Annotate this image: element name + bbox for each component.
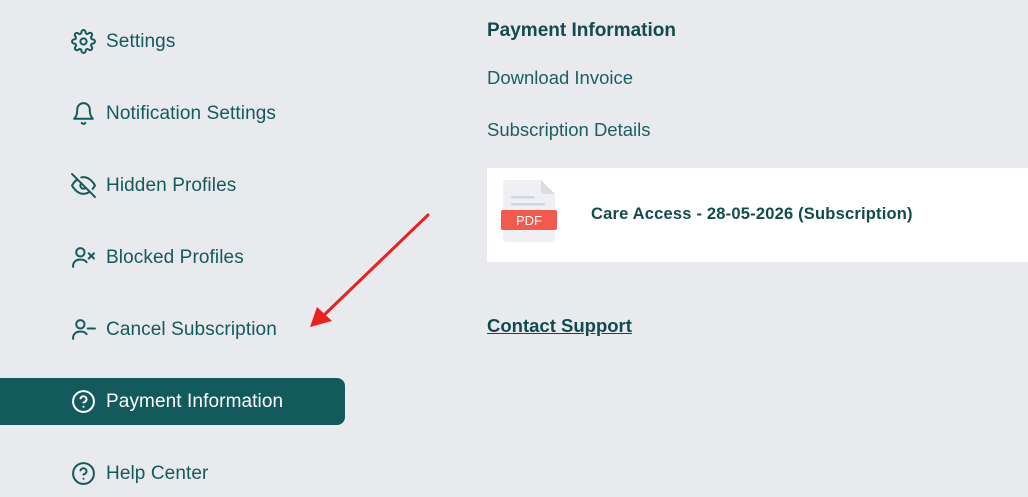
invoice-card[interactable]: PDF Care Access - 28-05-2026 (Subscripti…	[487, 168, 1028, 262]
sidebar-item-label: Notification Settings	[106, 102, 277, 124]
user-x-icon	[71, 245, 96, 270]
sidebar-item-hidden-profiles[interactable]: Hidden Profiles	[0, 162, 345, 209]
sidebar-item-label: Hidden Profiles	[106, 174, 237, 196]
sidebar-item-label: Blocked Profiles	[106, 246, 244, 268]
sidebar-item-label: Cancel Subscription	[106, 318, 277, 340]
sidebar-item-blocked-profiles[interactable]: Blocked Profiles	[0, 234, 345, 281]
settings-sidebar: Settings Notification Settings Hidden Pr…	[0, 0, 346, 487]
pdf-badge-label: PDF	[516, 213, 542, 228]
contact-support-link[interactable]: Contact Support	[487, 315, 632, 337]
sidebar-item-notification-settings[interactable]: Notification Settings	[0, 90, 345, 137]
sidebar-item-cancel-subscription[interactable]: Cancel Subscription	[0, 306, 345, 353]
invoice-title: Care Access - 28-05-2026 (Subscription)	[591, 205, 913, 223]
pdf-file-icon: PDF	[501, 180, 557, 242]
annotation-arrow	[310, 213, 430, 327]
user-minus-icon	[71, 317, 96, 342]
sidebar-item-label: Settings	[106, 30, 176, 52]
sidebar-item-help-center[interactable]: Help Center	[0, 450, 345, 497]
bell-icon	[71, 101, 96, 126]
sidebar-item-label: Payment Information	[106, 390, 284, 412]
question-circle-icon	[71, 461, 96, 486]
sidebar-item-payment-information[interactable]: Payment Information	[0, 378, 345, 425]
gear-icon	[71, 29, 96, 54]
sidebar-item-settings[interactable]: Settings	[0, 18, 345, 65]
subscription-details-link[interactable]: Subscription Details	[487, 119, 651, 141]
eye-off-icon	[71, 173, 96, 198]
page-title: Payment Information	[487, 20, 676, 41]
payment-information-panel: Payment Information Download Invoice Sub…	[487, 0, 1028, 487]
download-invoice-link[interactable]: Download Invoice	[487, 67, 633, 89]
question-circle-icon	[71, 389, 96, 414]
sidebar-item-label: Help Center	[106, 462, 209, 484]
